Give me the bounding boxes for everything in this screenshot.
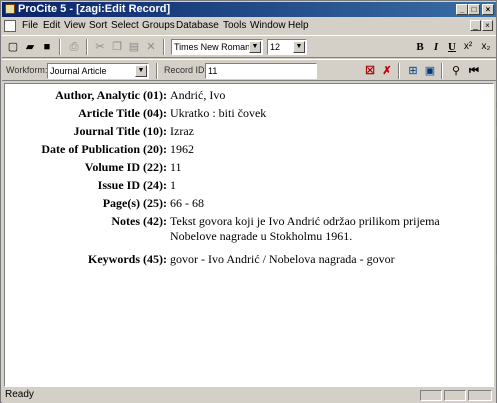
toolbar-separator: [163, 39, 165, 55]
font-size-value: 12: [270, 42, 281, 52]
toolbar-separator: [441, 63, 443, 79]
field-value-keywords[interactable]: govor - Ivo Andrić / Nobelova nagrada - …: [170, 252, 480, 267]
edit-record-icon[interactable]: ▣: [422, 63, 438, 79]
close-button[interactable]: ×: [482, 4, 494, 15]
print-icon[interactable]: ⎙: [66, 39, 82, 55]
new-document-icon[interactable]: ▢: [5, 39, 21, 55]
window-title: ProCite 5 - [zagi:Edit Record]: [18, 3, 171, 15]
status-pane: [420, 390, 442, 401]
status-pane: [468, 390, 492, 401]
record-id-value: 11: [208, 66, 218, 76]
open-folder-icon[interactable]: ▰: [22, 39, 38, 55]
standard-toolbar: ▢ ▰ ■ ⎙ ✂ ❐ ▤ ✕ Times New Roman ▼ 12 ▼ B…: [2, 35, 496, 58]
menu-window[interactable]: Window: [250, 20, 286, 31]
status-pane: [444, 390, 466, 401]
toolbar-separator: [59, 39, 61, 55]
delete-icon[interactable]: ✕: [143, 39, 159, 55]
toolbar-separator: [156, 63, 158, 79]
field-label: Article Title (04):: [78, 106, 167, 120]
paste-icon[interactable]: ▤: [126, 39, 142, 55]
field-value-author[interactable]: Andrić, Ivo: [170, 88, 480, 103]
maximize-button[interactable]: □: [468, 4, 480, 15]
child-restore-button[interactable]: ×: [482, 20, 493, 31]
menu-bar: File Edit View Sort Select Groups Databa…: [2, 18, 496, 34]
menu-edit[interactable]: Edit: [43, 20, 60, 31]
child-minimize-button[interactable]: _: [470, 20, 481, 31]
toolbar-separator: [86, 39, 88, 55]
copy-icon[interactable]: ❐: [109, 39, 125, 55]
chevron-down-icon[interactable]: ▼: [249, 41, 261, 53]
record-toolbar: Workform: Journal Article ▼ Record ID: 1…: [2, 59, 496, 81]
field-value-pages[interactable]: 66 - 68: [170, 196, 480, 211]
field-label: Volume ID (22):: [84, 160, 167, 174]
menu-groups[interactable]: Groups: [142, 20, 175, 31]
field-value-article-title[interactable]: Ukratko : biti čovek: [170, 106, 480, 121]
record-id-label: Record ID:: [164, 65, 208, 75]
record-edit-area: Author, Analytic (01): Andrić, Ivo Artic…: [4, 83, 497, 387]
workform-value: Journal Article: [50, 66, 107, 76]
record-list-icon[interactable]: ⊞: [405, 63, 421, 79]
bold-icon[interactable]: B: [412, 39, 428, 55]
search-icon[interactable]: ⚲: [448, 63, 464, 79]
save-disk-icon[interactable]: ■: [39, 39, 55, 55]
toolbar-separator: [398, 63, 400, 79]
italic-icon[interactable]: I: [428, 39, 444, 55]
status-bar: Ready: [2, 388, 496, 403]
menu-view[interactable]: View: [64, 20, 86, 31]
font-size-combo[interactable]: 12 ▼: [267, 39, 307, 55]
font-name-value: Times New Roman: [174, 42, 251, 52]
mark-record-icon[interactable]: ☒: [362, 63, 378, 79]
superscript-icon[interactable]: x²: [460, 39, 476, 55]
field-label: Journal Title (10):: [73, 124, 167, 138]
menu-tools[interactable]: Tools: [223, 20, 246, 31]
field-label: Date of Publication (20):: [41, 142, 167, 156]
field-label: Page(s) (25):: [102, 196, 167, 210]
underline-icon[interactable]: U: [444, 39, 460, 55]
field-value-issue[interactable]: 1: [170, 178, 480, 193]
field-value-notes[interactable]: Tekst govora koji je Ivo Andrić održao p…: [170, 214, 475, 244]
menu-file[interactable]: File: [22, 20, 38, 31]
menu-database[interactable]: Database: [176, 20, 219, 31]
workform-label: Workform:: [6, 65, 48, 75]
document-icon[interactable]: [4, 20, 16, 32]
subscript-icon[interactable]: x₂: [478, 39, 494, 55]
chevron-down-icon[interactable]: ▼: [135, 65, 147, 77]
title-bar[interactable]: ProCite 5 - [zagi:Edit Record] _ □ ×: [2, 2, 496, 17]
app-window: ProCite 5 - [zagi:Edit Record] _ □ × Fil…: [0, 0, 497, 403]
status-text: Ready: [5, 389, 34, 400]
record-id-field[interactable]: 11: [205, 63, 317, 79]
field-value-date[interactable]: 1962: [170, 142, 480, 157]
menu-sort[interactable]: Sort: [89, 20, 107, 31]
field-label: Author, Analytic (01):: [55, 88, 167, 102]
cut-icon[interactable]: ✂: [92, 39, 108, 55]
procite-app-icon[interactable]: [5, 4, 15, 14]
menu-select[interactable]: Select: [111, 20, 139, 31]
field-value-volume[interactable]: 11: [170, 160, 480, 175]
field-value-journal-title[interactable]: Izraz: [170, 124, 480, 139]
unmark-record-icon[interactable]: ✗: [379, 63, 395, 79]
workform-combo[interactable]: Journal Article ▼: [47, 63, 149, 79]
font-name-combo[interactable]: Times New Roman ▼: [171, 39, 263, 55]
first-record-icon[interactable]: ⏮: [466, 63, 482, 79]
minimize-button[interactable]: _: [456, 4, 468, 15]
chevron-down-icon[interactable]: ▼: [293, 41, 305, 53]
field-label: Keywords (45):: [88, 252, 167, 266]
menu-help[interactable]: Help: [288, 20, 309, 31]
field-label: Notes (42):: [111, 214, 167, 228]
field-label: Issue ID (24):: [97, 178, 167, 192]
